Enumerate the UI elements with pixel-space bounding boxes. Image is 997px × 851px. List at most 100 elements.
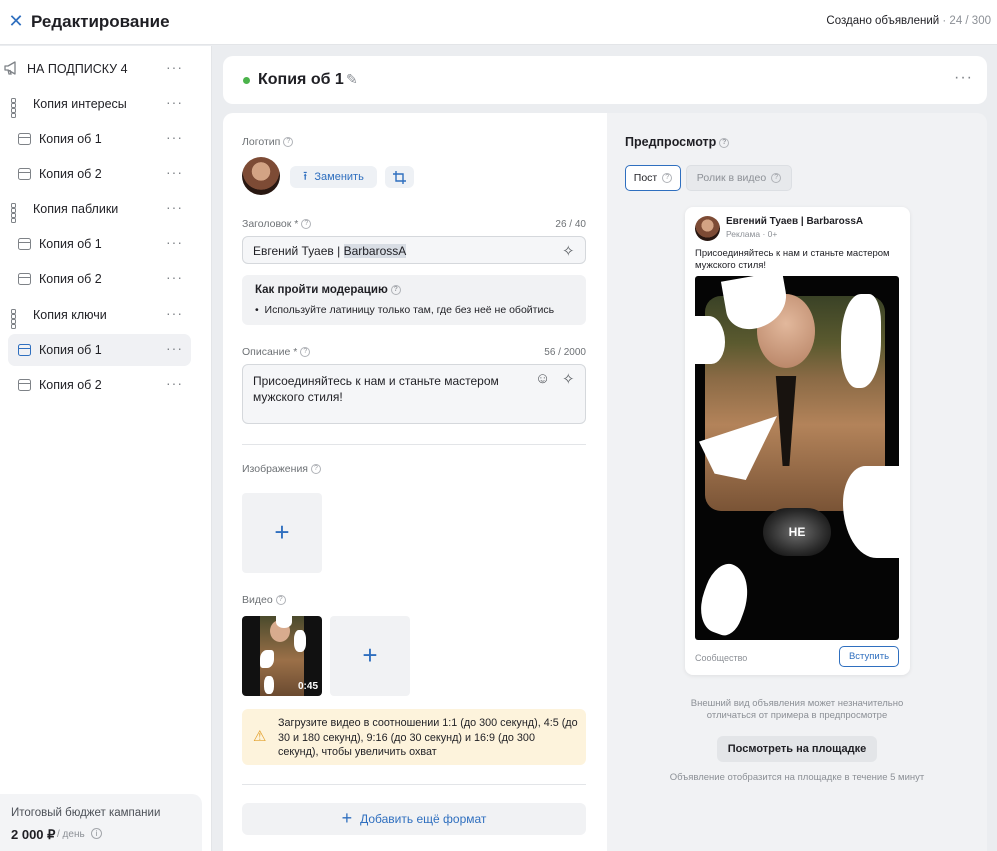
status-dot	[243, 77, 250, 84]
help-icon[interactable]: ?	[311, 464, 321, 475]
more-icon[interactable]: ···	[166, 59, 183, 75]
crop-button[interactable]	[385, 166, 414, 188]
help-icon[interactable]: ?	[662, 173, 673, 183]
preview-title: Предпросмотр?	[625, 135, 730, 149]
headline-field-label: Заголовок *?	[242, 218, 312, 230]
add-format-button[interactable]: + Добавить ещё формат	[242, 803, 586, 835]
emoji-icon[interactable]: ☺	[535, 370, 550, 387]
help-icon[interactable]: ?	[275, 595, 286, 606]
video-hint: ⚠ Загрузите видео в соотношении 1:1 (до …	[242, 709, 586, 765]
more-icon[interactable]: ···	[166, 129, 183, 145]
help-icon[interactable]: ?	[300, 347, 311, 358]
publish-note: Объявление отобразится на площадке в теч…	[669, 772, 925, 783]
sidebar-ad[interactable]: Копия об 2 ···	[8, 369, 191, 401]
sidebar-ad-label: Копия об 1	[39, 343, 102, 357]
images-label-text: Изображения	[242, 463, 308, 475]
tab-post[interactable]: Пост?	[625, 165, 681, 191]
sidebar-ad-label: Копия об 1	[39, 132, 102, 146]
help-icon[interactable]: ?	[283, 137, 294, 148]
ad-group-icon	[11, 203, 24, 223]
more-icon[interactable]: ···	[166, 340, 183, 356]
megaphone-icon	[4, 61, 20, 75]
upload-icon: ⭱	[303, 168, 308, 183]
tab-post-label: Пост	[633, 172, 658, 184]
join-button[interactable]: Вступить	[839, 646, 899, 667]
sidebar-ad-label: Копия об 2	[39, 272, 102, 286]
video-duration: 0:45	[297, 681, 318, 692]
replace-logo-button[interactable]: ⭱ Заменить	[290, 166, 377, 188]
campaign-budget: Итоговый бюджет кампании 2 000 ₽ / день …	[0, 794, 202, 851]
tab-video-clip[interactable]: Ролик в видео?	[686, 165, 792, 191]
description-field-label: Описание *?	[242, 346, 311, 358]
more-icon[interactable]: ···	[166, 375, 183, 391]
close-icon[interactable]: ✕	[6, 11, 26, 31]
pencil-icon[interactable]: ✎	[346, 71, 358, 88]
sidebar-group[interactable]: Копия ключи ···	[8, 299, 191, 331]
preview-title-text: Предпросмотр	[625, 135, 717, 149]
add-video-button[interactable]: +	[330, 616, 410, 696]
headline-text: Евгений Туаев | BarbarossA	[253, 244, 407, 258]
help-icon[interactable]: ?	[771, 173, 782, 183]
author-name: Евгений Туаев | BarbarossA	[726, 216, 864, 227]
add-format-label: Добавить ещё формат	[360, 812, 487, 826]
ad-title-card: Копия об 1 ✎ ···	[223, 56, 987, 104]
more-icon[interactable]: ···	[166, 94, 183, 110]
headline-text-selected: BarbarossA	[343, 244, 407, 258]
ads-counter-value: · 24 / 300	[942, 15, 991, 27]
ads-counter-label: Создано объявлений	[826, 15, 940, 27]
more-icon[interactable]: ···	[166, 305, 183, 321]
divider	[242, 444, 586, 445]
video-hint-text: Загрузите видео в соотношении 1:1 (до 30…	[278, 717, 578, 758]
video-thumbnail[interactable]: 0:45	[242, 616, 322, 696]
sidebar-campaign-label: НА ПОДПИСКУ 4	[27, 62, 128, 76]
page-title: Редактирование	[31, 12, 170, 31]
info-icon[interactable]: i	[91, 828, 102, 839]
description-label-text: Описание *	[242, 346, 298, 358]
sidebar-ad[interactable]: Копия об 1 ···	[8, 228, 191, 260]
headline-label-text: Заголовок *	[242, 218, 299, 230]
video-blob	[843, 466, 899, 558]
sidebar-campaign[interactable]: НА ПОДПИСКУ 4 ···	[4, 53, 191, 85]
post-video[interactable]: НЕ	[695, 276, 899, 640]
moderation-title-text: Как пройти модерацию	[255, 284, 388, 296]
more-icon[interactable]: ···	[166, 269, 183, 285]
help-icon[interactable]: ?	[301, 219, 312, 230]
ai-sparkle-icon[interactable]: ✧	[562, 370, 575, 388]
preview-disclaimer: Внешний вид объявления может незначитель…	[690, 698, 904, 721]
ad-name: Копия об 1	[258, 71, 344, 88]
help-icon[interactable]: ?	[390, 284, 401, 295]
video-label-text: Видео	[242, 594, 273, 606]
ad-sublabel: Реклама · 0+	[726, 229, 778, 239]
more-icon[interactable]: ···	[954, 69, 973, 87]
more-icon[interactable]: ···	[166, 199, 183, 215]
sidebar-ad-label: Копия об 2	[39, 167, 102, 181]
sidebar-ad[interactable]: Копия об 2 ···	[8, 158, 191, 190]
description-text: Присоединяйтесь к нам и станьте мастером…	[253, 374, 499, 404]
headline-input[interactable]: Евгений Туаев | BarbarossA ✧	[242, 236, 586, 264]
logo-label-text: Логотип	[242, 136, 281, 148]
images-field-label: Изображения?	[242, 463, 321, 475]
ai-sparkle-icon[interactable]: ✧	[562, 242, 575, 260]
community-label: Сообщество	[695, 653, 748, 663]
moderation-title: Как пройти модерацию?	[255, 284, 401, 296]
video-blob	[276, 616, 292, 628]
ad-icon	[18, 168, 31, 180]
help-icon[interactable]: ?	[719, 137, 730, 148]
budget-value: 2 000 ₽	[11, 827, 56, 842]
author-avatar	[695, 216, 720, 241]
post-text: Присоединяйтесь к нам и станьте мастером…	[695, 248, 890, 271]
divider	[242, 784, 586, 785]
add-image-button[interactable]: +	[242, 493, 322, 573]
more-icon[interactable]: ···	[166, 234, 183, 250]
more-icon[interactable]: ···	[166, 164, 183, 180]
sidebar-group[interactable]: Копия интересы ···	[8, 88, 191, 120]
ad-group-icon	[11, 98, 24, 118]
sidebar-ad[interactable]: Копия об 2 ···	[8, 263, 191, 295]
description-textarea[interactable]: Присоединяйтесь к нам и станьте мастером…	[242, 364, 586, 424]
sidebar-group[interactable]: Копия паблики ···	[8, 193, 191, 225]
ads-counter: Создано объявлений · 24 / 300	[826, 15, 991, 27]
preview-panel: Предпросмотр? Пост? Ролик в видео? Евген…	[607, 113, 987, 851]
sidebar-ad[interactable]: Копия об 1 ···	[8, 123, 191, 155]
sidebar-ad-active[interactable]: Копия об 1 ···	[8, 334, 191, 366]
view-on-platform-button[interactable]: Посмотреть на площадке	[717, 736, 877, 762]
